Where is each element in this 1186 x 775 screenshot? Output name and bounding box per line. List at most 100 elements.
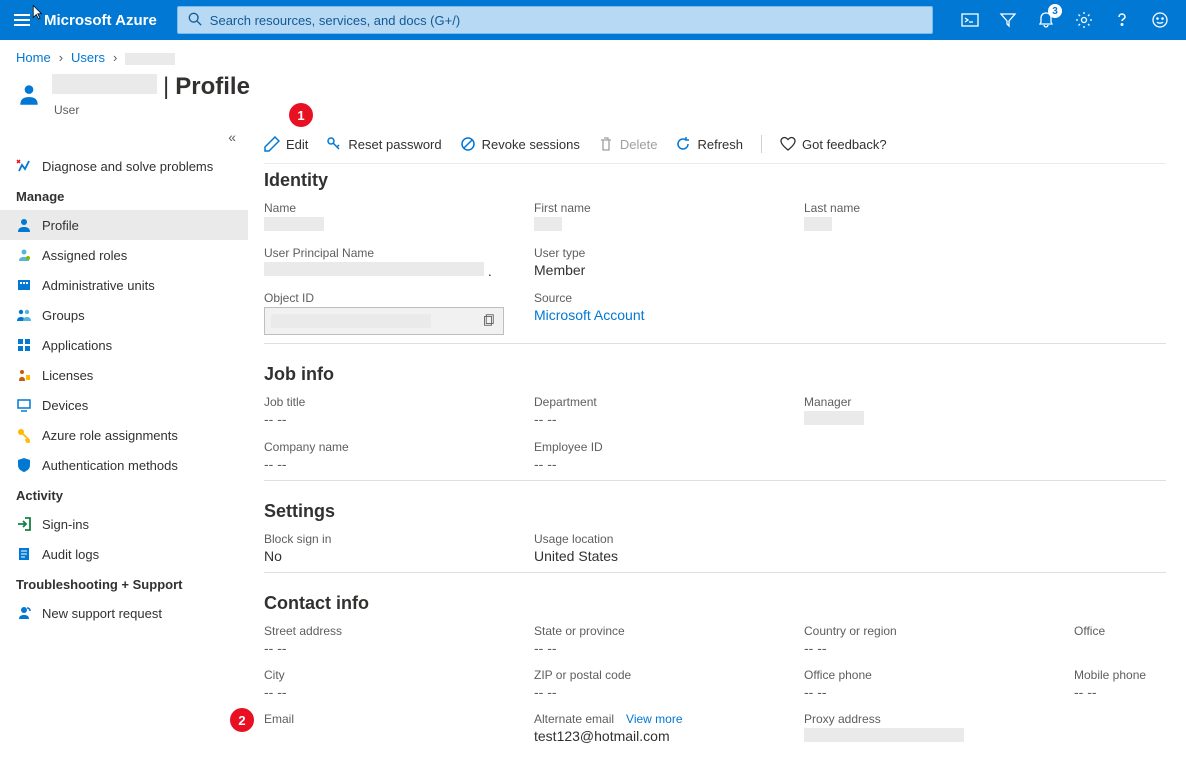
view-more-link[interactable]: View more: [626, 712, 682, 726]
delete-icon: [598, 136, 614, 152]
hamburger-menu[interactable]: [8, 6, 36, 34]
licenses-icon: [16, 367, 32, 383]
sidebar-item-support[interactable]: New support request: [0, 598, 248, 628]
object-id-field[interactable]: [264, 307, 504, 335]
cloud-shell-icon[interactable]: [960, 10, 980, 30]
copy-icon[interactable]: [481, 313, 497, 329]
sidebar-section-activity: Activity: [0, 480, 248, 509]
feedback-button[interactable]: Got feedback?: [780, 136, 887, 152]
breadcrumb-current: [125, 50, 175, 65]
identity-first-value: [534, 217, 804, 234]
sidebar-item-admin-units[interactable]: Administrative units: [0, 270, 248, 300]
audit-icon: [16, 546, 32, 562]
delete-button: Delete: [598, 136, 658, 152]
page-title: Profile: [175, 73, 250, 101]
sidebar-item-label: Diagnose and solve problems: [42, 159, 213, 174]
page-subtitle: User: [54, 103, 250, 117]
breadcrumb-users[interactable]: Users: [71, 50, 105, 65]
sidebar-item-label: Profile: [42, 218, 79, 233]
sidebar-item-profile[interactable]: Profile: [0, 210, 248, 240]
sidebar-item-devices[interactable]: Devices: [0, 390, 248, 420]
sidebar-item-label: Audit logs: [42, 547, 99, 562]
office-phone-value: -- --: [804, 684, 1074, 700]
sidebar-item-label: Administrative units: [42, 278, 155, 293]
notification-badge: 3: [1048, 4, 1062, 18]
manager-value: [804, 411, 1074, 428]
devices-icon: [16, 397, 32, 413]
chevron-right-icon: ›: [113, 50, 117, 65]
reset-password-button[interactable]: Reset password: [326, 136, 441, 152]
search-icon: [188, 12, 202, 29]
sidebar-item-label: Sign-ins: [42, 517, 89, 532]
sidebar-item-label: Authentication methods: [42, 458, 178, 473]
sidebar-item-licenses[interactable]: Licenses: [0, 360, 248, 390]
country-value: -- --: [804, 640, 1074, 656]
user-avatar-icon: [16, 82, 42, 108]
chevron-right-icon: ›: [59, 50, 63, 65]
revoke-sessions-button[interactable]: Revoke sessions: [460, 136, 580, 152]
sidebar-item-assigned-roles[interactable]: Assigned roles: [0, 240, 248, 270]
revoke-icon: [460, 136, 476, 152]
sidebar-item-applications[interactable]: Applications: [0, 330, 248, 360]
identity-source-value[interactable]: Microsoft Account: [534, 307, 804, 323]
mobile-phone-value: -- --: [1074, 684, 1166, 700]
identity-name-value: [264, 217, 534, 234]
state-value: -- --: [534, 640, 804, 656]
signin-icon: [16, 516, 32, 532]
section-header-settings: Settings: [264, 501, 1166, 522]
block-signin-value: No: [264, 548, 534, 564]
shield-icon: [16, 457, 32, 473]
roles-icon: [16, 247, 32, 263]
city-value: -- --: [264, 684, 534, 700]
sidebar-section-manage: Manage: [0, 181, 248, 210]
refresh-button[interactable]: Refresh: [675, 136, 743, 152]
edit-button[interactable]: Edit: [264, 136, 308, 152]
sidebar-item-groups[interactable]: Groups: [0, 300, 248, 330]
identity-last-value: [804, 217, 1074, 234]
sidebar-item-label: Groups: [42, 308, 85, 323]
sidebar-item-label: Licenses: [42, 368, 93, 383]
brand-label[interactable]: Microsoft Azure: [44, 12, 157, 29]
feedback-icon[interactable]: [1150, 10, 1170, 30]
identity-upn-value: .: [264, 262, 534, 279]
sidebar-item-azure-role[interactable]: Azure role assignments: [0, 420, 248, 450]
collapse-sidebar-icon[interactable]: «: [0, 127, 248, 151]
sidebar-item-auth-methods[interactable]: Authentication methods: [0, 450, 248, 480]
usage-location-value: United States: [534, 548, 804, 564]
dept-value: -- --: [534, 411, 804, 427]
sidebar-item-signins[interactable]: Sign-ins: [0, 509, 248, 539]
callout-1: 1: [289, 103, 313, 127]
sidebar-item-label: Applications: [42, 338, 112, 353]
applications-icon: [16, 337, 32, 353]
sidebar-item-label: Devices: [42, 398, 88, 413]
section-header-identity: Identity: [264, 170, 1166, 191]
section-header-jobinfo: Job info: [264, 364, 1166, 385]
identity-usertype-value: Member: [534, 262, 804, 278]
groups-icon: [16, 307, 32, 323]
notifications-icon[interactable]: 3: [1036, 10, 1056, 30]
help-icon[interactable]: [1112, 10, 1132, 30]
sidebar-item-label: Azure role assignments: [42, 428, 178, 443]
refresh-icon: [675, 136, 691, 152]
breadcrumb-home[interactable]: Home: [16, 50, 51, 65]
key-icon: [326, 136, 342, 152]
diagnose-icon: [16, 158, 32, 174]
search-input[interactable]: [210, 13, 922, 28]
heart-icon: [780, 136, 796, 152]
jobtitle-value: -- --: [264, 411, 534, 427]
callout-2: 2: [230, 708, 254, 732]
sidebar-item-diagnose[interactable]: Diagnose and solve problems: [0, 151, 248, 181]
sidebar-item-audit[interactable]: Audit logs: [0, 539, 248, 569]
breadcrumb: Home › Users ›: [0, 40, 1186, 69]
proxy-value: [804, 728, 1074, 745]
settings-icon[interactable]: [1074, 10, 1094, 30]
filter-icon[interactable]: [998, 10, 1018, 30]
admin-units-icon: [16, 277, 32, 293]
key-icon: [16, 427, 32, 443]
sidebar-item-label: New support request: [42, 606, 162, 621]
section-header-contact: Contact info: [264, 593, 1166, 614]
sidebar-section-trouble: Troubleshooting + Support: [0, 569, 248, 598]
toolbar: 1 Edit Reset password Revoke sessions De…: [264, 127, 1166, 164]
search-box[interactable]: [177, 6, 933, 34]
employee-id-value: -- --: [534, 456, 804, 472]
